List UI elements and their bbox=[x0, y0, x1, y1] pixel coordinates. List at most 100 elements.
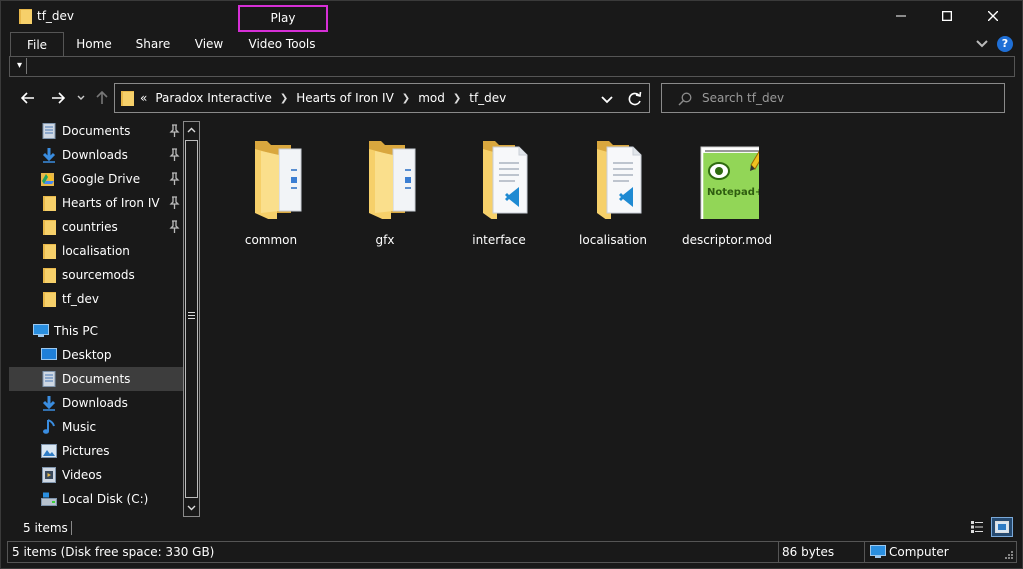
nav-item-this-pc[interactable]: This PC bbox=[9, 319, 184, 343]
nav-item-downloads-quick[interactable]: Downloads bbox=[9, 143, 184, 167]
arrow-right-icon bbox=[52, 92, 65, 104]
chevron-right-icon[interactable]: ❯ bbox=[280, 93, 288, 104]
nav-item-countries[interactable]: countries bbox=[9, 215, 184, 239]
recent-locations-button[interactable] bbox=[73, 87, 89, 109]
forward-button[interactable] bbox=[47, 87, 69, 109]
nav-item-tf-dev[interactable]: tf_dev bbox=[9, 287, 184, 311]
nav-item-sourcemods[interactable]: sourcemods bbox=[9, 263, 184, 287]
pin-icon bbox=[169, 172, 180, 185]
chevron-right-icon[interactable]: ❯ bbox=[402, 93, 410, 104]
scroll-up-button[interactable] bbox=[184, 122, 199, 138]
search-icon bbox=[678, 92, 692, 106]
tab-video-tools[interactable]: Video Tools bbox=[242, 32, 322, 56]
chevron-down-icon bbox=[77, 95, 85, 100]
nav-item-google-drive[interactable]: Google Drive bbox=[9, 167, 184, 191]
close-icon bbox=[988, 11, 998, 21]
nav-item-pictures[interactable]: Pictures bbox=[9, 439, 184, 463]
up-button[interactable] bbox=[91, 87, 113, 109]
large-icons-view-button[interactable] bbox=[991, 517, 1013, 537]
search-box[interactable] bbox=[661, 83, 1005, 113]
tab-share[interactable]: Share bbox=[128, 32, 178, 56]
computer-icon bbox=[870, 545, 886, 558]
minimize-icon bbox=[896, 15, 906, 17]
breadcrumb-overflow[interactable]: « bbox=[140, 91, 147, 105]
window-title: tf_dev bbox=[37, 9, 75, 23]
items-status-row: 5 items bbox=[1, 517, 1022, 539]
nav-item-music[interactable]: Music bbox=[9, 415, 184, 439]
chevron-down-icon bbox=[187, 505, 196, 511]
tab-home[interactable]: Home bbox=[68, 32, 120, 56]
selection-size: 86 bytes bbox=[782, 545, 835, 559]
maximize-button[interactable] bbox=[924, 1, 970, 31]
breadcrumb-mod[interactable]: mod bbox=[418, 91, 445, 105]
refresh-icon[interactable] bbox=[626, 90, 644, 108]
folder-icon bbox=[255, 141, 302, 219]
documents-icon bbox=[41, 123, 57, 139]
nav-item-localisation[interactable]: localisation bbox=[9, 239, 184, 263]
nav-item-documents-quick[interactable]: Documents bbox=[9, 119, 184, 143]
title-bar: tf_dev Play bbox=[1, 1, 1022, 32]
file-list: common gfx interface localisation Notepa… bbox=[205, 119, 1015, 517]
nav-item-hearts-of-iron-iv[interactable]: Hearts of Iron IV bbox=[9, 191, 184, 215]
folder-icon bbox=[19, 9, 32, 24]
large-icons-view-icon bbox=[995, 521, 1009, 533]
downloads-icon bbox=[41, 147, 57, 163]
nav-item-label: Documents bbox=[62, 124, 131, 138]
context-tab-play[interactable]: Play bbox=[238, 5, 328, 32]
status-divider bbox=[864, 542, 865, 562]
expand-ribbon-icon[interactable] bbox=[975, 38, 989, 50]
customize-toolbar-button[interactable]: ▾ bbox=[13, 58, 27, 74]
breadcrumb-hearts-of-iron-iv[interactable]: Hearts of Iron IV bbox=[296, 91, 394, 105]
folder-icon bbox=[369, 141, 416, 219]
file-name: localisation bbox=[579, 233, 647, 247]
nav-item-documents[interactable]: Documents bbox=[9, 367, 184, 391]
breadcrumb-tf-dev[interactable]: tf_dev bbox=[469, 91, 506, 105]
nav-item-desktop[interactable]: Desktop bbox=[9, 343, 184, 367]
chevron-up-icon bbox=[187, 127, 196, 133]
pin-icon bbox=[169, 148, 180, 161]
file-name: common bbox=[244, 233, 298, 247]
tab-view[interactable]: View bbox=[186, 32, 232, 56]
folder-vscode-icon bbox=[597, 141, 642, 219]
arrow-left-icon bbox=[21, 92, 34, 104]
status-bar: 5 items (Disk free space: 330 GB) 86 byt… bbox=[7, 541, 1017, 563]
file-item-gfx[interactable]: gfx bbox=[335, 129, 435, 247]
scroll-thumb[interactable] bbox=[185, 140, 198, 498]
resize-grip-icon[interactable] bbox=[1004, 550, 1014, 560]
maximize-icon bbox=[942, 11, 952, 21]
items-count: 5 items bbox=[23, 521, 68, 535]
pin-icon bbox=[169, 220, 180, 233]
file-name: interface bbox=[472, 233, 526, 247]
music-icon bbox=[41, 419, 57, 435]
disk-icon bbox=[41, 491, 57, 507]
file-item-localisation[interactable]: localisation bbox=[563, 129, 663, 247]
back-button[interactable] bbox=[17, 87, 39, 109]
search-input[interactable] bbox=[702, 88, 992, 108]
nav-item-videos[interactable]: Videos bbox=[9, 463, 184, 487]
status-divider bbox=[71, 521, 72, 535]
details-view-button[interactable] bbox=[967, 517, 987, 537]
file-name: gfx bbox=[375, 233, 395, 247]
chevron-right-icon[interactable]: ❯ bbox=[453, 93, 461, 104]
desktop-icon bbox=[41, 347, 57, 363]
navigation-pane: Documents Downloads Google Drive Hearts … bbox=[9, 119, 184, 517]
scroll-down-button[interactable] bbox=[184, 500, 199, 516]
close-button[interactable] bbox=[970, 1, 1016, 31]
tab-file[interactable]: File bbox=[10, 32, 64, 56]
nav-item-label: This PC bbox=[54, 324, 98, 338]
minimize-button[interactable] bbox=[878, 1, 924, 31]
file-item-interface[interactable]: interface bbox=[449, 129, 549, 247]
address-dropdown-icon[interactable] bbox=[599, 91, 615, 107]
address-bar[interactable]: « Paradox Interactive ❯ Hearts of Iron I… bbox=[114, 83, 650, 113]
nav-pane-scrollbar[interactable] bbox=[183, 121, 200, 517]
nav-item-label: Downloads bbox=[62, 148, 128, 162]
file-item-descriptor-mod[interactable]: Notepad++ descriptor.mod bbox=[677, 129, 777, 247]
breadcrumb-paradox-interactive[interactable]: Paradox Interactive bbox=[155, 91, 271, 105]
folder-icon bbox=[41, 267, 57, 283]
nav-item-downloads[interactable]: Downloads bbox=[9, 391, 184, 415]
file-item-common[interactable]: common bbox=[221, 129, 321, 247]
videos-icon bbox=[41, 467, 57, 483]
help-icon[interactable]: ? bbox=[997, 36, 1013, 52]
nav-item-label: tf_dev bbox=[62, 292, 100, 306]
nav-item-local-disk[interactable]: Local Disk (C:) bbox=[9, 487, 184, 511]
